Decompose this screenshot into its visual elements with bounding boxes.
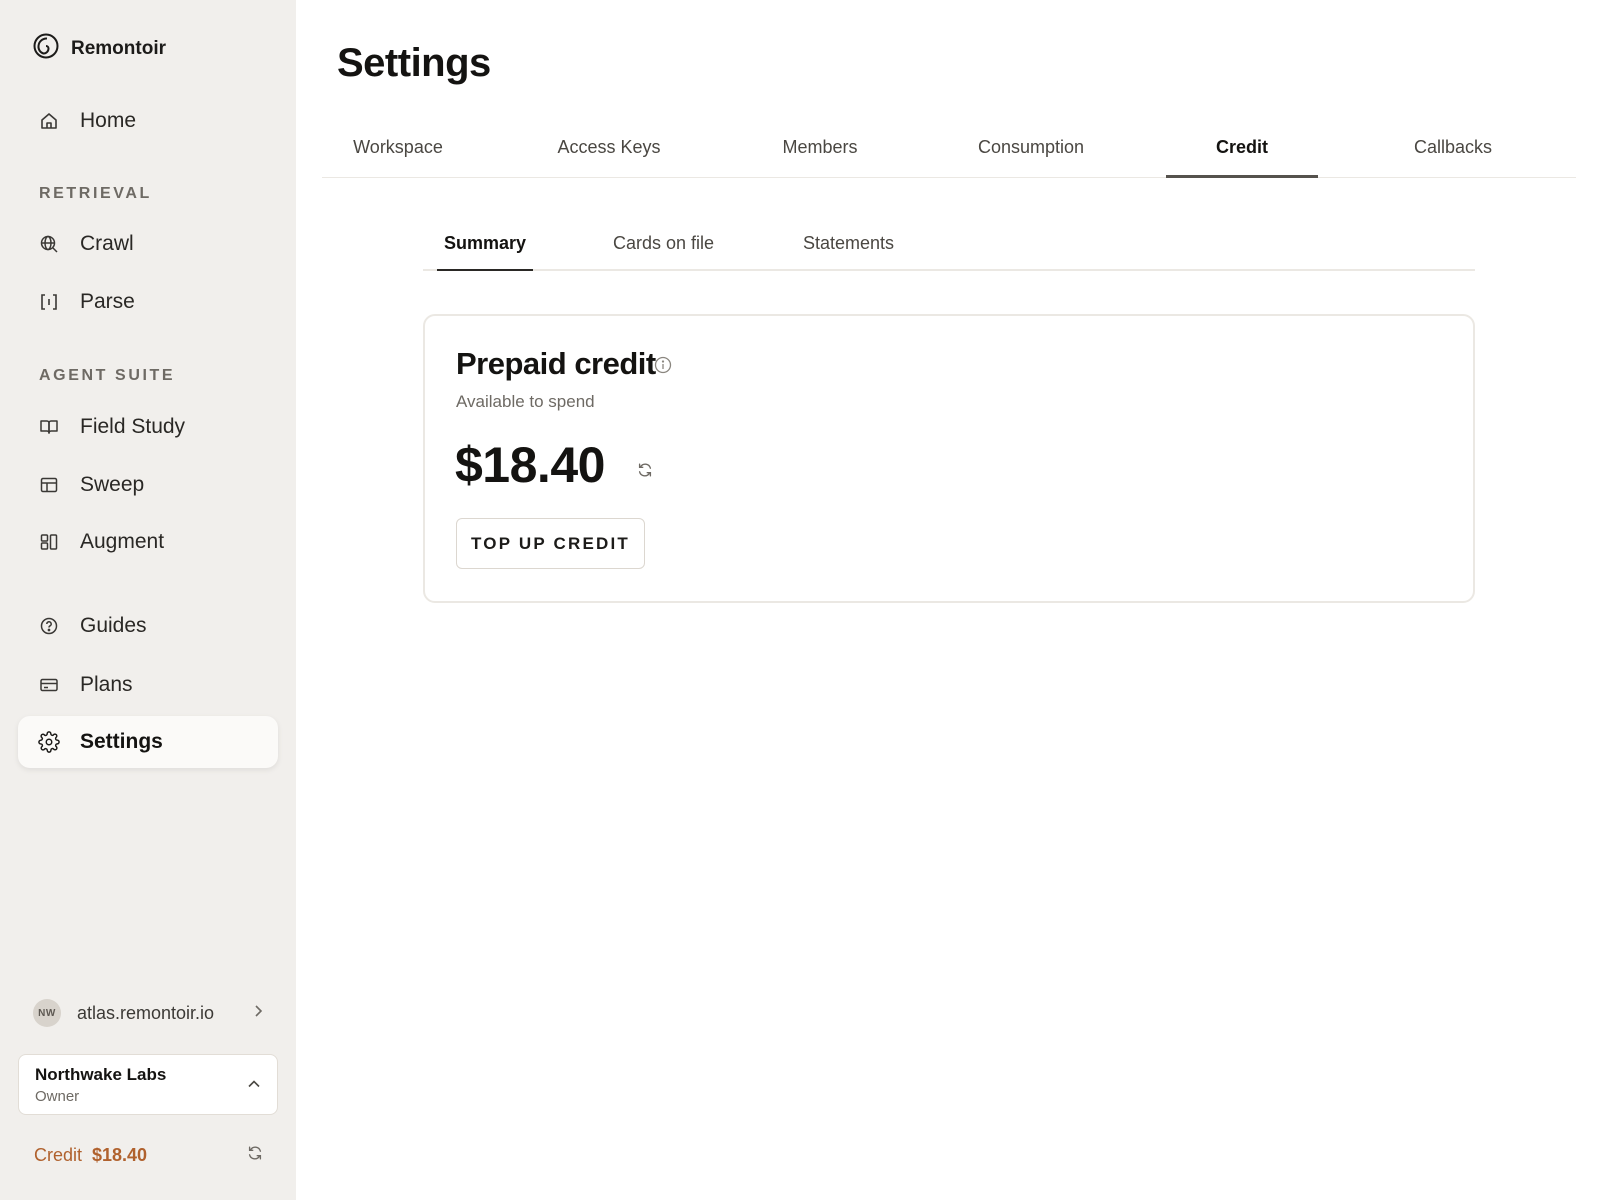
subtab-cards-on-file[interactable]: Cards on file <box>613 228 714 271</box>
sidebar-item-sweep[interactable]: Sweep <box>18 459 278 511</box>
subtab-summary[interactable]: Summary <box>437 228 534 271</box>
sidebar-item-label: Home <box>80 109 137 132</box>
avatar: NW <box>33 999 61 1027</box>
sidebar-item-field-study[interactable]: Field Study <box>18 401 278 453</box>
home-icon <box>38 110 60 132</box>
prepaid-credit-card: Prepaid credit Available to spend $18.40… <box>423 314 1475 603</box>
sidebar-credit: Credit $18.40 <box>34 1143 264 1167</box>
workspace-host: atlas.remontoir.io <box>77 1002 215 1023</box>
card-title: Prepaid credit <box>456 346 656 381</box>
sidebar-item-settings[interactable]: Settings <box>18 716 278 768</box>
brand-name: Remontoir <box>71 37 166 59</box>
sidebar-item-label: Parse <box>80 290 135 313</box>
credit-amount: $18.40 <box>455 437 605 493</box>
sidebar: Remontoir Home RETRIEVAL Crawl Parse AGE… <box>0 0 296 1200</box>
sidebar-item-augment[interactable]: Augment <box>18 516 278 568</box>
sidebar-item-label: Augment <box>80 530 165 553</box>
gear-icon <box>38 731 60 753</box>
sidebar-item-guides[interactable]: Guides <box>18 600 278 652</box>
sidebar-item-label: Plans <box>80 673 133 696</box>
info-icon[interactable] <box>654 356 672 379</box>
tab-callbacks[interactable]: Callbacks <box>1377 130 1529 178</box>
tab-access-keys[interactable]: Access Keys <box>533 130 685 178</box>
spiral-logo-icon <box>33 33 59 64</box>
blocks-icon <box>38 531 60 553</box>
sidebar-item-home[interactable]: Home <box>18 95 278 147</box>
refresh-icon[interactable] <box>636 461 654 484</box>
tab-credit[interactable]: Credit <box>1166 130 1318 178</box>
sidebar-item-label: Sweep <box>80 473 145 496</box>
sidebar-item-label: Guides <box>80 614 147 637</box>
workspace-switcher[interactable]: NW atlas.remontoir.io <box>33 998 265 1028</box>
sidebar-item-parse[interactable]: Parse <box>18 276 278 328</box>
org-name: Northwake Labs <box>35 1065 167 1084</box>
sidebar-item-crawl[interactable]: Crawl <box>18 218 278 270</box>
credit-value: $18.40 <box>92 1144 148 1165</box>
sidebar-item-label: Crawl <box>80 232 134 255</box>
sidebar-item-label: Field Study <box>80 415 186 438</box>
tab-consumption[interactable]: Consumption <box>955 130 1107 178</box>
org-switcher[interactable]: Northwake Labs Owner <box>18 1054 278 1115</box>
tab-workspace[interactable]: Workspace <box>322 130 474 178</box>
sidebar-item-label: Settings <box>80 730 163 753</box>
subtab-statements[interactable]: Statements <box>803 228 894 271</box>
open-book-icon <box>38 416 60 438</box>
chevron-up-icon <box>247 1077 261 1096</box>
sidebar-item-plans[interactable]: Plans <box>18 659 278 711</box>
tab-members[interactable]: Members <box>744 130 896 178</box>
table-layout-icon <box>38 474 60 496</box>
page-title: Settings <box>337 41 491 85</box>
section-label-agent-suite: AGENT SUITE <box>39 367 176 384</box>
brand[interactable]: Remontoir <box>33 33 166 64</box>
section-label-retrieval: RETRIEVAL <box>39 185 152 202</box>
chevron-right-icon <box>251 1004 265 1023</box>
credit-subtabs: Summary Cards on file Statements <box>423 228 1475 271</box>
refresh-icon[interactable] <box>246 1144 264 1167</box>
settings-tabs: Workspace Access Keys Members Consumptio… <box>322 130 1576 178</box>
credit-label: Credit <box>34 1144 83 1165</box>
bracket-parse-icon <box>38 291 60 313</box>
globe-search-icon <box>38 233 60 255</box>
org-role: Owner <box>35 1088 80 1105</box>
card-subtitle: Available to spend <box>456 392 595 411</box>
credit-card-icon <box>38 674 60 696</box>
top-up-credit-button[interactable]: TOP UP CREDIT <box>456 518 645 569</box>
question-circle-icon <box>38 615 60 637</box>
